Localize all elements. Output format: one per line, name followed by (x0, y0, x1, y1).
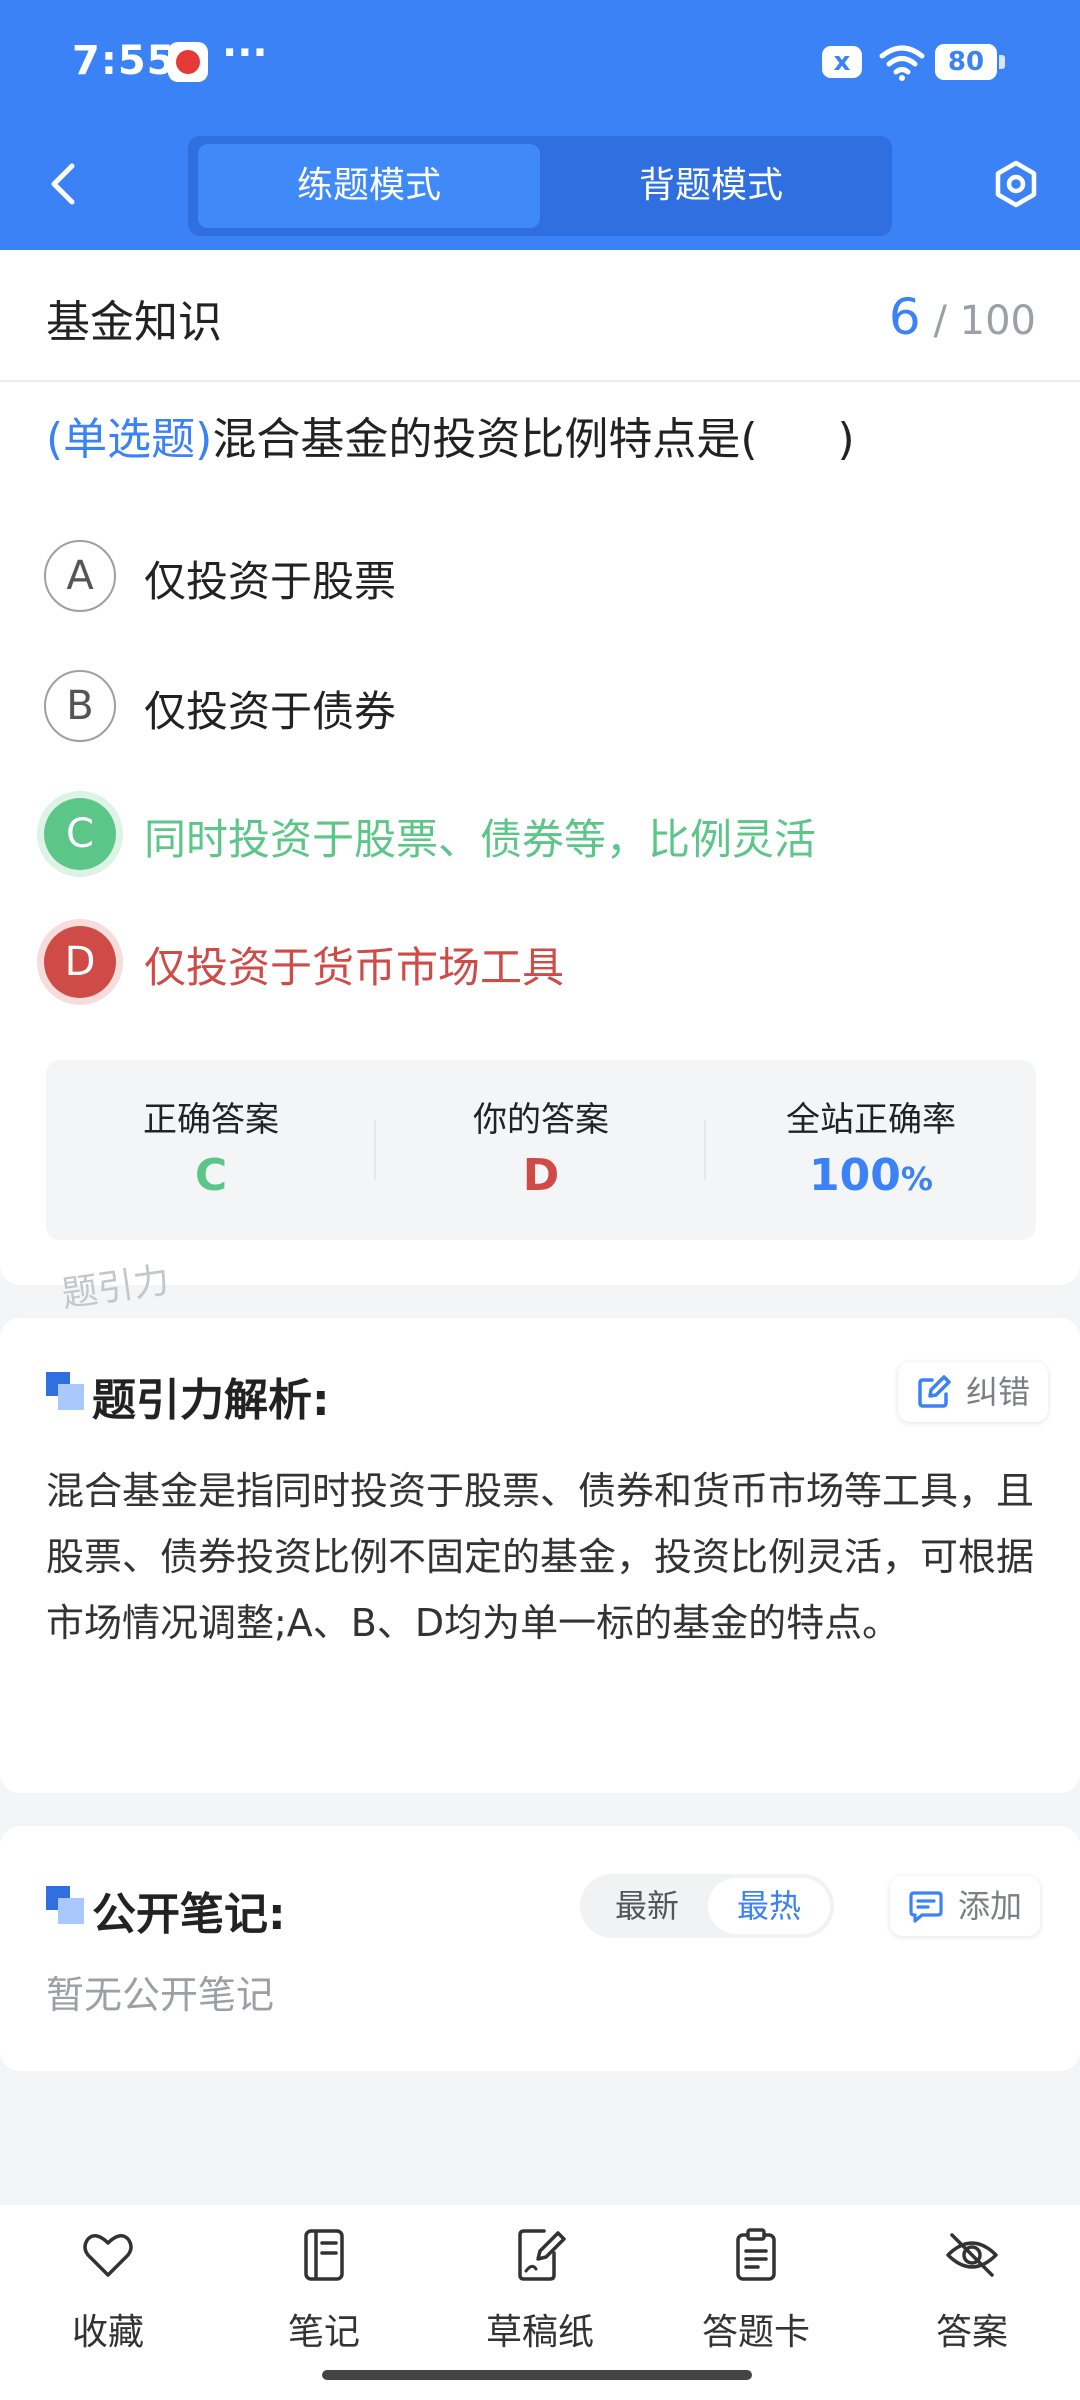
option-a[interactable]: A 仅投资于股票 (44, 538, 1034, 614)
analysis-title: 题引力解析: (92, 1375, 330, 1426)
your-answer-label: 你的答案 (473, 1100, 609, 1140)
nav-draft[interactable]: 草稿纸 (450, 2227, 630, 2367)
option-b[interactable]: B 仅投资于债券 (44, 668, 1034, 744)
divider (0, 380, 1080, 382)
accuracy-unit: % (900, 1160, 933, 1198)
counter-separator: / (933, 298, 947, 344)
question-stem: 混合基金的投资比例特点是( (212, 414, 758, 465)
notes-title: 公开笔记: (92, 1889, 286, 1940)
option-text: 仅投资于股票 (144, 557, 397, 606)
your-answer-column: 你的答案 D (376, 1060, 706, 1240)
option-text: 仅投资于货币市场工具 (144, 943, 565, 992)
accuracy-column: 全站正确率 100% (706, 1060, 1036, 1240)
add-note-button[interactable]: 添加 (890, 1876, 1041, 1936)
correct-answer-value: C (194, 1150, 228, 1201)
total-question-number: 100 (959, 298, 1036, 344)
nav-answer-card[interactable]: 答题卡 (666, 2227, 846, 2367)
back-chevron-icon[interactable] (44, 160, 84, 208)
nav-answer[interactable]: 答案 (882, 2227, 1062, 2367)
tab-memorize-mode[interactable]: 背题模式 (540, 144, 882, 228)
option-d[interactable]: D 仅投资于货币市场工具 (44, 924, 1034, 1000)
sort-latest-button[interactable]: 最新 (586, 1878, 708, 1934)
analysis-section: 题引力解析: 纠错 混合基金是指同时投资于股票、债券和货币市场等工具，且股票、债… (0, 1318, 1080, 1793)
home-indicator[interactable] (322, 2370, 752, 2380)
nav-notes[interactable]: 笔记 (234, 2227, 414, 2367)
question-close-paren: ) (837, 414, 855, 465)
more-notifications-icon: ··· (222, 30, 268, 76)
nav-label: 收藏 (71, 2312, 144, 2353)
heart-icon (83, 2234, 133, 2277)
analysis-text: 混合基金是指同时投资于股票、债券和货币市场等工具，且股票、债券投资比例不固定的基… (46, 1469, 1035, 1645)
edit-icon (918, 1375, 951, 1408)
current-question-number: 6 (888, 288, 921, 346)
section-marker-icon (46, 1886, 84, 1924)
notes-sort-toggle: 最新 最热 (580, 1874, 834, 1938)
public-notes-section: 公开笔记: 最新 最热 添加 暂无公开笔记 (0, 1826, 1080, 2071)
settings-icon[interactable] (992, 160, 1040, 208)
eye-off-icon (946, 2233, 998, 2277)
question-card: 基金知识 6 / 100 (单选题)混合基金的投资比例特点是() A 仅投资于股… (0, 250, 1080, 1285)
report-error-label: 纠错 (966, 1373, 1031, 1411)
comment-icon (909, 1891, 943, 1923)
option-letter: D (44, 926, 116, 998)
sim-status-icon: x (822, 46, 862, 78)
status-bar: 7:55 ··· x 80 (0, 0, 1080, 125)
nav-label: 答案 (935, 2312, 1008, 2353)
question-text: (单选题)混合基金的投资比例特点是() (46, 410, 1036, 470)
correct-answer-column: 正确答案 C (46, 1060, 376, 1240)
nav-label: 答题卡 (701, 2312, 810, 2353)
draft-icon (518, 2229, 566, 2281)
app-notification-icon (168, 42, 208, 82)
app-header: 7:55 ··· x 80 练题模式 背题模式 (0, 0, 1080, 250)
correct-answer-label: 正确答案 (143, 1100, 279, 1140)
nav-label: 笔记 (287, 2312, 360, 2353)
nav-favorite[interactable]: 收藏 (18, 2227, 198, 2367)
option-text: 仅投资于债券 (144, 687, 397, 736)
option-text: 同时投资于股票、债券等，比例灵活 (144, 815, 817, 864)
answer-summary: 正确答案 C 你的答案 D 全站正确率 100% (46, 1060, 1036, 1240)
clipboard-icon (736, 2228, 776, 2281)
section-marker-icon (46, 1372, 84, 1410)
option-c[interactable]: C 同时投资于股票、债券等，比例灵活 (44, 796, 1034, 872)
your-answer-value: D (522, 1150, 560, 1201)
status-time: 7:55 (72, 38, 176, 84)
accuracy-number: 100 (809, 1150, 901, 1201)
subject-title: 基金知识 (46, 297, 222, 348)
question-type: (单选题) (46, 414, 213, 465)
nav-label: 草稿纸 (485, 2312, 594, 2353)
accuracy-label: 全站正确率 (786, 1100, 956, 1140)
battery-icon: 80 (935, 44, 1005, 80)
add-note-label: 添加 (958, 1887, 1023, 1925)
sort-hot-button[interactable]: 最热 (708, 1878, 830, 1934)
option-letter: A (44, 540, 116, 612)
option-letter: C (44, 798, 116, 870)
accuracy-value: 100% (706, 1150, 1036, 1201)
mode-switch: 练题模式 背题模式 (188, 136, 892, 236)
report-error-button[interactable]: 纠错 (898, 1362, 1049, 1422)
question-counter: 6 / 100 (889, 288, 1036, 346)
option-letter: B (44, 670, 116, 742)
tab-practice-mode[interactable]: 练题模式 (198, 144, 540, 228)
wifi-icon (879, 45, 925, 81)
empty-notes-text: 暂无公开笔记 (46, 1973, 275, 2017)
notebook-icon (304, 2229, 344, 2281)
